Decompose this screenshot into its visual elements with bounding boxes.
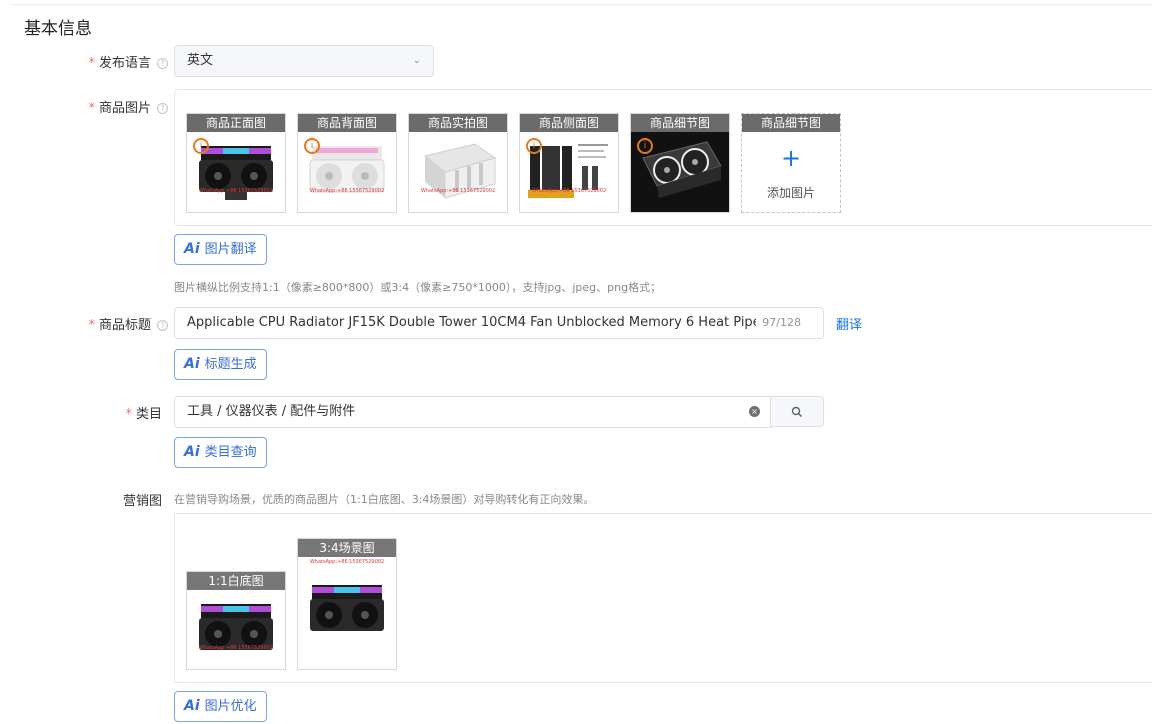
images-label: * 商品图片? (60, 97, 168, 116)
info-icon: i (304, 138, 320, 154)
top-divider (10, 4, 1152, 5)
image-hint: 图片横纵比例支持1:1（像素≥800*800）或3:4（像素≥750*1000）… (174, 281, 662, 294)
language-select[interactable]: 英文 ⌄ (174, 45, 434, 77)
clear-icon[interactable]: × (749, 406, 760, 417)
image-optimize-button[interactable]: Ai 图片优化 (174, 691, 267, 722)
translate-link[interactable]: 翻译 (836, 314, 862, 333)
category-input[interactable]: 工具 / 仪器仪表 / 配件与附件 (174, 396, 772, 428)
title-generate-button[interactable]: Ai 标题生成 (174, 349, 267, 380)
help-circle-icon[interactable]: ? (157, 320, 168, 331)
info-icon: i (193, 138, 209, 154)
product-image-side[interactable]: 商品侧面图 i WhatsApp:+86 15367529002 (519, 113, 619, 213)
category-label: * 类目 (125, 407, 162, 422)
product-image-real[interactable]: 商品实拍图 WhatsApp:+86 15367529002 (408, 113, 508, 213)
required-mark: * (125, 407, 132, 422)
product-photo (310, 585, 384, 631)
plus-icon: + (780, 144, 802, 172)
help-circle-icon[interactable]: ? (157, 103, 168, 114)
marketing-label: 营销图 (122, 494, 162, 509)
ai-icon: Ai (184, 698, 200, 714)
marketing-image-square[interactable]: 1:1白底图 WhatsApp:+86 15367529002 (186, 571, 286, 670)
ai-icon: Ai (184, 356, 200, 372)
search-icon (791, 406, 802, 417)
info-icon: i (637, 138, 653, 154)
char-counter: 97/128 (756, 308, 801, 338)
marketing-image-scene[interactable]: 3:4场景图 WhatsApp:+86 15367529002 (297, 538, 397, 670)
category-query-button[interactable]: Ai 类目查询 (174, 437, 267, 468)
language-value: 英文 (187, 53, 214, 68)
title-value: Applicable CPU Radiator JF15K Double Tow… (187, 315, 773, 330)
title-input[interactable]: Applicable CPU Radiator JF15K Double Tow… (174, 307, 824, 339)
product-image-detail[interactable]: 商品细节图 i (630, 113, 730, 213)
image-translate-button[interactable]: Ai 图片翻译 (174, 234, 267, 265)
category-search-button[interactable] (770, 396, 824, 427)
product-image-back[interactable]: 商品背面图 i WhatsApp:+86 15367529002 (297, 113, 397, 213)
required-mark: * (88, 56, 95, 71)
ai-icon: Ai (184, 444, 200, 460)
info-icon: i (526, 138, 542, 154)
add-image-button[interactable]: 商品细节图 + 添加图片 (741, 113, 841, 213)
category-value: 工具 / 仪器仪表 / 配件与附件 (187, 404, 356, 419)
required-mark: * (88, 101, 95, 116)
marketing-hint: 在营销导购场景，优质的商品图片（1:1白底图、3:4场景图）对导购转化有正向效果… (174, 493, 595, 506)
title-label: * 商品标题? (60, 314, 168, 333)
section-title: 基本信息 (24, 19, 92, 39)
help-circle-icon[interactable]: ? (157, 58, 168, 69)
product-image-front[interactable]: 商品正面图 i WhatsApp:+86 15367529002 (186, 113, 286, 213)
chevron-down-icon: ⌄ (412, 55, 421, 66)
ai-icon: Ai (184, 241, 200, 257)
language-label: * 发布语言? (60, 52, 168, 71)
required-mark: * (88, 318, 95, 333)
